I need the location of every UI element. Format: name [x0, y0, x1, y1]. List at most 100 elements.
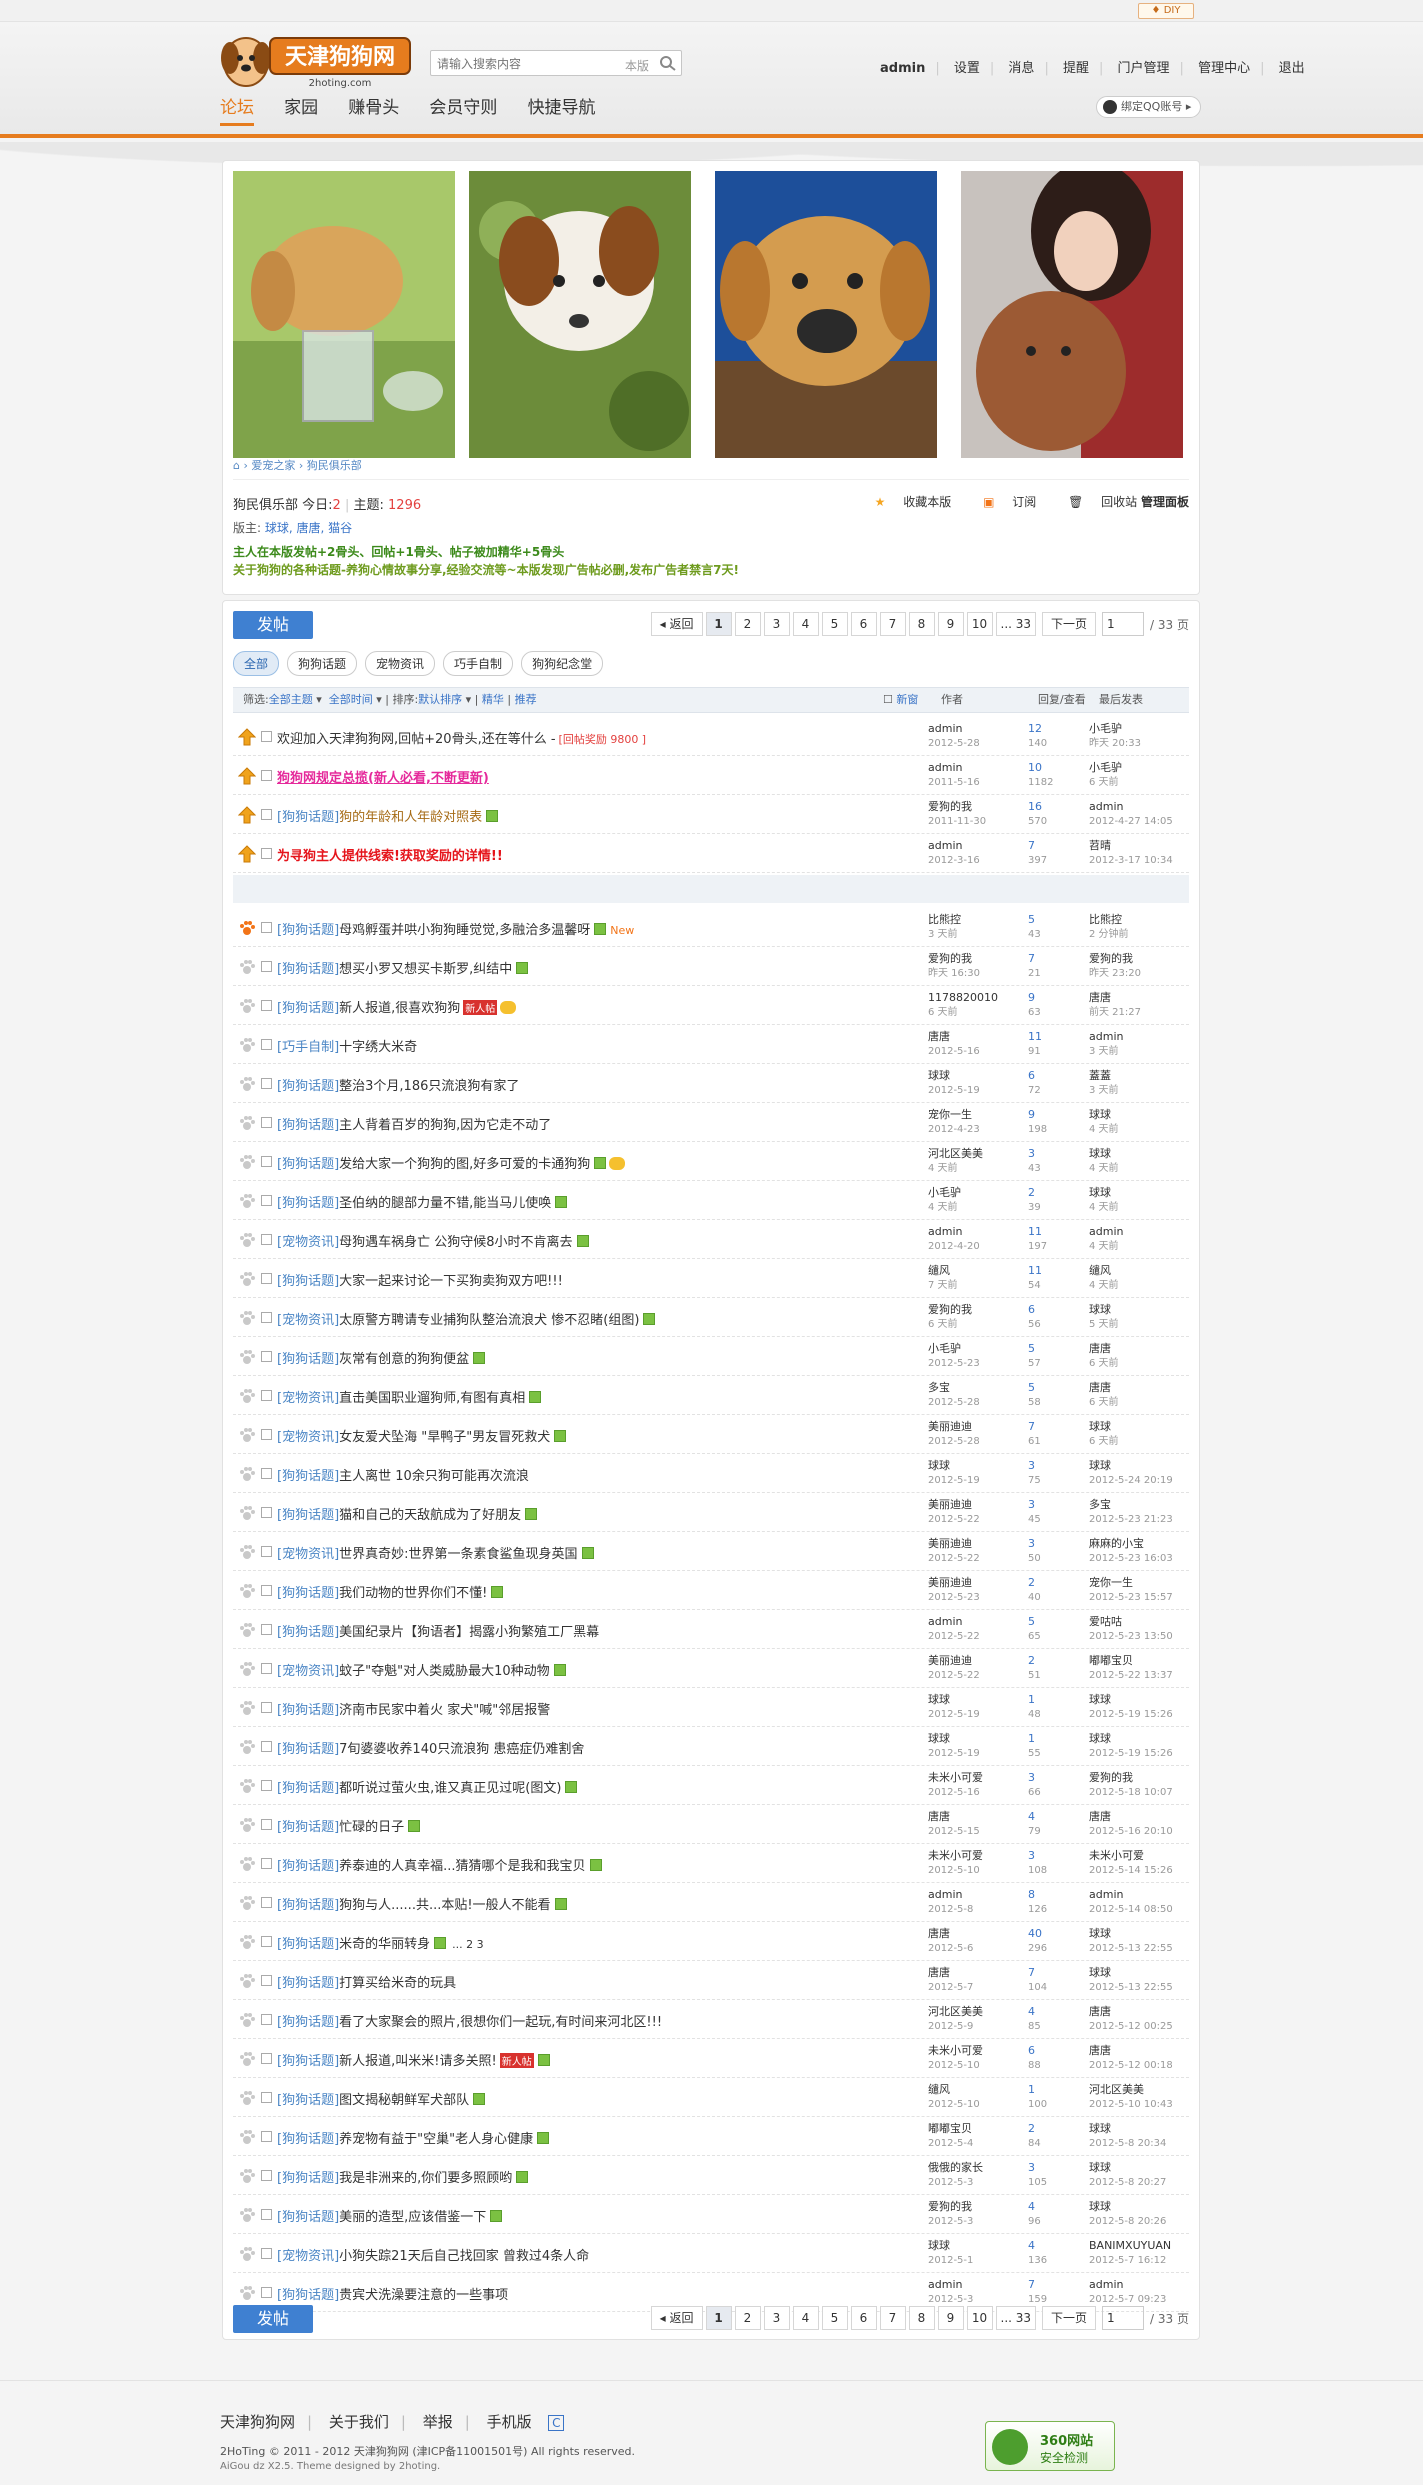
thread-checkbox[interactable] — [261, 1780, 272, 1791]
thread-checkbox[interactable] — [261, 1936, 272, 1947]
thread-checkbox[interactable] — [261, 2131, 272, 2142]
thread-category[interactable]: [狗狗话题] — [277, 1859, 339, 1874]
last-post-user[interactable]: 缱风 — [1089, 1263, 1119, 1278]
thread-category[interactable]: [狗狗话题] — [277, 2210, 339, 2225]
last-post-date[interactable]: 2012-5-23 13:50 — [1089, 1629, 1173, 1644]
sticky-thread-row[interactable]: 为寻狗主人提供线索!获取奖励的详情!! admin 2012-3-16 7 397 苕晴 2… — [233, 834, 1189, 873]
author-name[interactable]: 爱狗的我 — [928, 951, 980, 966]
last-post-date[interactable]: 6 天前 — [1089, 1356, 1119, 1371]
last-post-date[interactable]: 6 天前 — [1089, 1395, 1119, 1410]
thread-row[interactable]: [狗狗话题]主人离世 10余只狗可能再次流浪 球球 2012-5-19 3 75 球球 20… — [233, 1454, 1189, 1493]
thread-category[interactable]: [狗狗话题] — [277, 1781, 339, 1796]
filter-digest[interactable]: 精华 — [482, 693, 504, 706]
last-post-user[interactable]: 多宝 — [1089, 1497, 1173, 1512]
last-post-date[interactable]: 2012-5-19 15:26 — [1089, 1707, 1173, 1722]
thread-row[interactable]: [狗狗话题]灰常有创意的狗狗便盆 小毛驴 2012-5-23 5 57 唐唐 6 天前 — [233, 1337, 1189, 1376]
thread-category[interactable]: [狗狗话题] — [277, 2093, 339, 2108]
pager-page[interactable]: 10 — [966, 2306, 993, 2330]
last-post-user[interactable]: admin — [1089, 2277, 1166, 2292]
last-post-date[interactable]: 4 天前 — [1089, 1239, 1123, 1254]
thread-category[interactable]: [狗狗话题] — [277, 1001, 339, 1016]
thread-checkbox[interactable] — [261, 2287, 272, 2298]
thread-row[interactable]: [狗狗话题]打算买给米奇的玩具 唐唐 2012-5-7 7 104 球球 2012-5-13… — [233, 1961, 1189, 2000]
thread-row[interactable]: [狗狗话题]新人报道,很喜欢狗狗 新人帖 1178820010 6 天前 9 63 唐唐 前天… — [233, 986, 1189, 1025]
page-input[interactable]: 1 — [1102, 2306, 1145, 2330]
last-post-date[interactable]: 4 天前 — [1089, 1278, 1119, 1293]
reply-count[interactable]: 16 — [1028, 799, 1047, 814]
thread-checkbox[interactable] — [261, 1351, 272, 1362]
reply-count[interactable]: 4 — [1028, 2199, 1041, 2214]
reply-count[interactable]: 2 — [1028, 2121, 1041, 2136]
last-post-date[interactable]: 2012-4-27 14:05 — [1089, 814, 1173, 829]
thread-title[interactable]: 太原警方聘请专业捕狗队整治流浪犬 惨不忍睹(组图) — [339, 1313, 639, 1328]
thread-category[interactable]: [狗狗话题] — [277, 1079, 339, 1094]
pager-page[interactable]: 2 — [734, 612, 761, 636]
last-post-user[interactable]: 球球 — [1089, 1146, 1119, 1161]
last-post-date[interactable]: 昨天 20:33 — [1089, 736, 1141, 751]
thread-category[interactable]: [狗狗话题] — [277, 1157, 339, 1172]
thread-title[interactable]: 米奇的华丽转身 — [339, 1937, 430, 1952]
author-name[interactable]: 美丽迪迪 — [928, 1653, 980, 1668]
thread-category[interactable]: [狗狗话题] — [277, 2132, 339, 2147]
thread-checkbox[interactable] — [261, 1702, 272, 1713]
search-input[interactable] — [437, 56, 617, 72]
thread-category[interactable]: [宠物资讯] — [277, 1547, 339, 1562]
author-name[interactable]: 未米小可爱 — [928, 1848, 983, 1863]
last-post-date[interactable]: 2012-5-13 22:55 — [1089, 1941, 1173, 1956]
last-post-date[interactable]: 2012-5-8 20:26 — [1089, 2214, 1166, 2229]
filter-all-time[interactable]: 全部时间 — [329, 693, 373, 706]
thread-title[interactable]: 美丽的造型,应该借鉴一下 — [339, 2210, 486, 2225]
thread-row[interactable]: [狗狗话题]美国纪录片【狗语者】揭露小狗繁殖工厂黑幕 admin 2012-5-22… — [233, 1610, 1189, 1649]
sticky-thread-row[interactable]: [狗狗话题]狗的年龄和人年龄对照表 爱狗的我 2011-11-30 16 570 admi… — [233, 795, 1189, 834]
photo-dog-grass[interactable] — [469, 171, 691, 458]
last-post-date[interactable]: 5 天前 — [1089, 1317, 1119, 1332]
new-window-toggle[interactable]: ☐ 新窗 — [883, 688, 918, 712]
footer-link[interactable]: 举报 — [423, 2413, 453, 2431]
last-post-user[interactable]: 麻麻的小宝 — [1089, 1536, 1173, 1551]
thread-row[interactable]: [狗狗话题]整治3个月,186只流浪狗有家了 球球 2012-5-19 6 72 蓋蓋 3 … — [233, 1064, 1189, 1103]
last-post-user[interactable]: 爱狗的我 — [1089, 951, 1141, 966]
last-post-user[interactable]: 苕晴 — [1089, 838, 1173, 853]
last-post-date[interactable]: 2012-5-18 10:07 — [1089, 1785, 1173, 1800]
last-post-user[interactable]: admin — [1089, 799, 1173, 814]
subscribe-button[interactable]: ▣ 订阅 — [969, 495, 1036, 509]
thread-checkbox[interactable] — [261, 1507, 272, 1518]
thread-title[interactable]: 十字绣大米奇 — [339, 1040, 417, 1055]
pager-page[interactable]: 9 — [937, 612, 964, 636]
thread-row[interactable]: [宠物资讯]小狗失踪21天后自己找回家 曾救过4条人命 球球 2012-5-1 4 13… — [233, 2234, 1189, 2273]
reply-count[interactable]: 1 — [1028, 2082, 1047, 2097]
author-name[interactable]: 唐唐 — [928, 1809, 980, 1824]
author-name[interactable]: 爱狗的我 — [928, 2199, 973, 2214]
reply-count[interactable]: 4 — [1028, 2004, 1041, 2019]
thread-title[interactable]: 狗狗与人......共...本贴!一般人不能看 — [339, 1898, 550, 1913]
user-link-messages[interactable]: 消息 — [1008, 61, 1034, 76]
author-name[interactable]: 小毛驴 — [928, 1185, 961, 1200]
thread-title[interactable]: 世界真奇妙:世界第一条素食鲨鱼现身英国 — [339, 1547, 577, 1562]
thread-row[interactable]: [狗狗话题]主人背着百岁的狗狗,因为它走不动了 宠你一生 2012-4-23 9 198… — [233, 1103, 1189, 1142]
thread-checkbox[interactable] — [261, 1546, 272, 1557]
thread-title[interactable]: 猫和自己的天敌航成为了好朋友 — [339, 1508, 521, 1523]
author-name[interactable]: 嘟嘟宝贝 — [928, 2121, 973, 2136]
footer-link[interactable]: 关于我们 — [329, 2413, 389, 2431]
last-post-user[interactable]: 唐唐 — [1089, 2043, 1173, 2058]
thread-checkbox[interactable] — [261, 2014, 272, 2025]
thread-title[interactable]: 发给大家一个狗狗的图,好多可爱的卡通狗狗 — [339, 1157, 590, 1172]
user-link-admin-center[interactable]: 管理中心 — [1198, 61, 1250, 76]
last-post-date[interactable]: 4 天前 — [1089, 1161, 1119, 1176]
pager-page[interactable]: 1 — [705, 2306, 732, 2330]
new-post-button-bottom[interactable]: 发帖 — [233, 2305, 313, 2333]
last-post-user[interactable]: 嘟嘟宝贝 — [1089, 1653, 1173, 1668]
thread-title[interactable]: 贵宾犬洗澡要注意的一些事项 — [339, 2288, 508, 2303]
pager-page[interactable]: 6 — [850, 2306, 877, 2330]
new-post-button[interactable]: 发帖 — [233, 611, 313, 639]
author-name[interactable]: 宠你一生 — [928, 1107, 980, 1122]
nav-home[interactable]: 家园 — [284, 96, 318, 126]
reply-count[interactable]: 10 — [1028, 760, 1053, 775]
last-post-date[interactable]: 2012-5-24 20:19 — [1089, 1473, 1173, 1488]
thread-category[interactable]: [宠物资讯] — [277, 1430, 339, 1445]
thread-checkbox[interactable] — [261, 1195, 272, 1206]
last-post-date[interactable]: 2012-5-12 00:18 — [1089, 2058, 1173, 2073]
thread-row[interactable]: [狗狗话题]美丽的造型,应该借鉴一下 爱狗的我 2012-5-3 4 96 球球 2012-… — [233, 2195, 1189, 2234]
last-post-date[interactable]: 2012-5-13 22:55 — [1089, 1980, 1173, 1995]
thread-title[interactable]: 主人离世 10余只狗可能再次流浪 — [339, 1469, 529, 1484]
